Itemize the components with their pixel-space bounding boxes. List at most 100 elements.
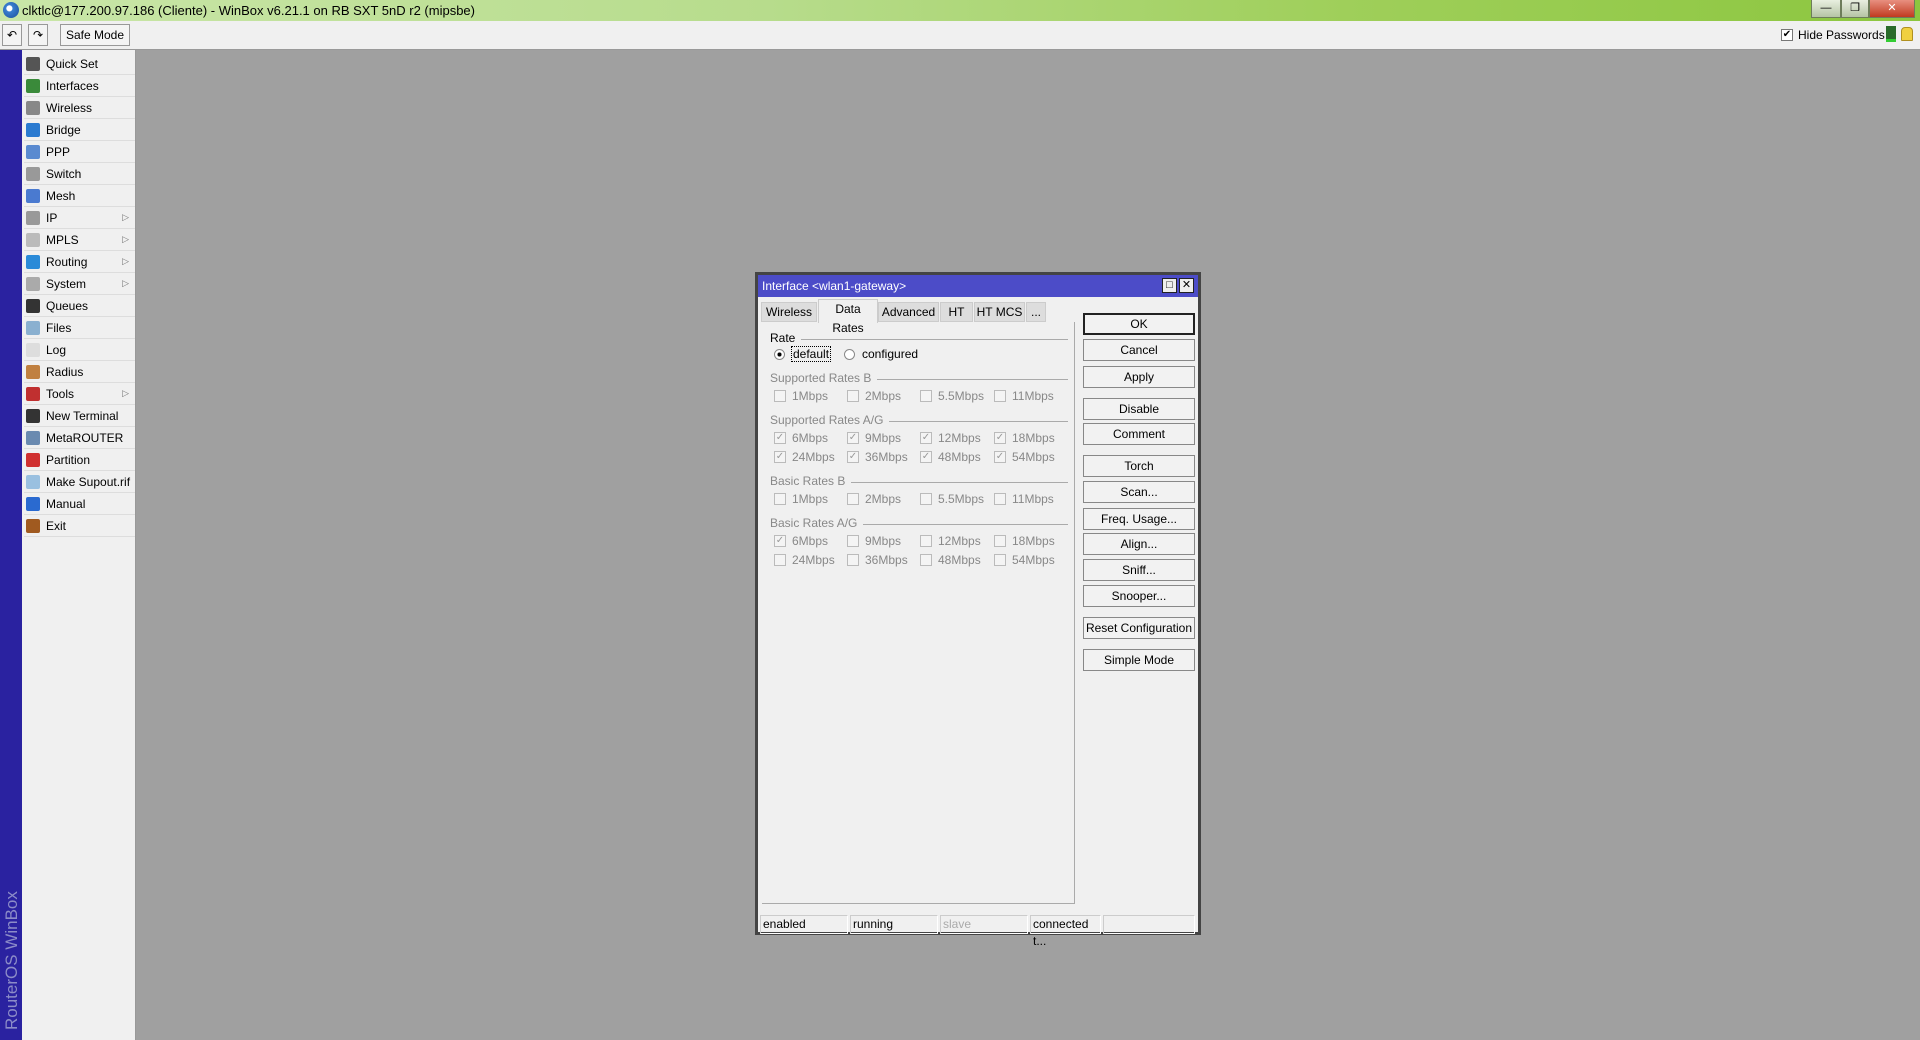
hide-passwords-checkbox[interactable]: ✔	[1781, 29, 1793, 41]
undo-button[interactable]: ↶	[2, 24, 22, 46]
snooper-button[interactable]: Snooper...	[1083, 585, 1195, 607]
sidebar-item-system[interactable]: System ▷	[24, 273, 135, 295]
apply-button[interactable]: Apply	[1083, 366, 1195, 388]
minimize-button[interactable]: —	[1811, 0, 1841, 18]
comment-button[interactable]: Comment	[1083, 423, 1195, 445]
safe-mode-button[interactable]: Safe Mode	[60, 24, 130, 46]
torch-button[interactable]: Torch	[1083, 455, 1195, 477]
tab-wireless[interactable]: Wireless	[761, 302, 817, 322]
sidebar-item-manual[interactable]: Manual	[24, 493, 135, 515]
dialog-titlebar[interactable]: Interface <wlan1-gateway> □ ✕	[758, 275, 1198, 297]
radio-label-configured[interactable]: configured	[862, 347, 918, 361]
rate-checkbox[interactable]: ✓	[774, 451, 786, 463]
sidebar-item-label: MPLS	[46, 233, 79, 247]
rate-checkbox[interactable]	[920, 390, 932, 402]
rate-checkbox[interactable]	[774, 554, 786, 566]
rate-checkbox-label: 18Mbps	[1012, 431, 1055, 445]
rate-checkbox[interactable]: ✓	[920, 451, 932, 463]
sidebar-item-ppp[interactable]: PPP	[24, 141, 135, 163]
sidebar-item-new-terminal[interactable]: New Terminal	[24, 405, 135, 427]
rate-checkbox[interactable]	[994, 493, 1006, 505]
rate-checkbox[interactable]	[847, 554, 859, 566]
sidebar-item-exit[interactable]: Exit	[24, 515, 135, 537]
rate-checkbox[interactable]: ✓	[774, 535, 786, 547]
tab-data-rates[interactable]: Data Rates	[818, 299, 878, 335]
rate-checkbox[interactable]	[774, 493, 786, 505]
rate-checkbox-label: 11Mbps	[1012, 389, 1054, 403]
rate-checkbox[interactable]: ✓	[994, 451, 1006, 463]
sidebar-item-radius[interactable]: Radius	[24, 361, 135, 383]
tab-ht-mcs[interactable]: HT MCS	[974, 302, 1025, 322]
rate-checkbox[interactable]	[920, 554, 932, 566]
radio-label-default[interactable]: default	[790, 346, 832, 362]
sidebar-item-files[interactable]: Files	[24, 317, 135, 339]
redo-button[interactable]: ↷	[28, 24, 48, 46]
tab-advanced[interactable]: Advanced	[878, 302, 939, 322]
close-button[interactable]: ✕	[1869, 0, 1915, 18]
ok-button[interactable]: OK	[1083, 313, 1195, 335]
sidebar-item-interfaces[interactable]: Interfaces	[24, 75, 135, 97]
rate-checkbox[interactable]: ✓	[994, 432, 1006, 444]
restore-button[interactable]: ❐	[1841, 0, 1869, 18]
rate-checkbox[interactable]	[994, 535, 1006, 547]
close-icon[interactable]: ✕	[1179, 278, 1194, 293]
rate-checkbox-label: 9Mbps	[865, 534, 902, 548]
rate-checkbox[interactable]: ✓	[847, 432, 859, 444]
sidebar-item-switch[interactable]: Switch	[24, 163, 135, 185]
rate-checkbox-label: 2Mbps	[865, 492, 902, 506]
sidebar-item-label: Make Supout.rif	[46, 475, 131, 489]
rate-checkbox[interactable]: ✓	[774, 432, 786, 444]
sidebar-item-quick-set[interactable]: Quick Set	[24, 53, 135, 75]
sidebar-item-make-supout-rif[interactable]: Make Supout.rif	[24, 471, 135, 493]
status-field: enabled	[760, 915, 848, 934]
rate-checkbox-label: 24Mbps	[792, 553, 835, 567]
disable-button[interactable]: Disable	[1083, 398, 1195, 420]
sidebar-item-routing[interactable]: Routing ▷	[24, 251, 135, 273]
rate-checkbox[interactable]	[774, 390, 786, 402]
tab-more[interactable]: ...	[1026, 302, 1046, 322]
reset-configuration-button[interactable]: Reset Configuration	[1083, 617, 1195, 639]
bridge-icon	[26, 123, 40, 137]
terminal-icon	[26, 409, 40, 423]
sidebar-item-tools[interactable]: Tools ▷	[24, 383, 135, 405]
maximize-icon[interactable]: □	[1162, 278, 1177, 293]
sidebar-item-bridge[interactable]: Bridge	[24, 119, 135, 141]
cancel-button[interactable]: Cancel	[1083, 339, 1195, 361]
dialog-title: Interface <wlan1-gateway>	[762, 279, 907, 293]
rate-checkbox[interactable]	[920, 493, 932, 505]
rate-checkbox-label: 1Mbps	[792, 389, 829, 403]
sidebar-item-partition[interactable]: Partition	[24, 449, 135, 471]
tab-ht[interactable]: HT	[940, 302, 973, 322]
winbox-app-icon	[3, 2, 19, 18]
radio-configured[interactable]	[844, 349, 855, 360]
sidebar-item-label: MetaROUTER	[46, 431, 124, 445]
section-divider	[770, 339, 1068, 340]
submenu-arrow-icon: ▷	[122, 278, 129, 288]
freq-usage-button[interactable]: Freq. Usage...	[1083, 508, 1195, 530]
sidebar-item-wireless[interactable]: Wireless	[24, 97, 135, 119]
rate-checkbox[interactable]: ✓	[920, 432, 932, 444]
section-label-supported-rates-a-g: Supported Rates A/G	[770, 413, 890, 427]
sidebar-item-mpls[interactable]: MPLS ▷	[24, 229, 135, 251]
rate-checkbox[interactable]	[994, 390, 1006, 402]
rate-checkbox[interactable]	[847, 390, 859, 402]
scan-button[interactable]: Scan...	[1083, 481, 1195, 503]
rate-checkbox[interactable]: ✓	[847, 451, 859, 463]
sidebar-item-queues[interactable]: Queues	[24, 295, 135, 317]
sidebar-item-ip[interactable]: IP ▷	[24, 207, 135, 229]
radio-default[interactable]	[774, 349, 785, 360]
sidebar-item-mesh[interactable]: Mesh	[24, 185, 135, 207]
radius-icon	[26, 365, 40, 379]
log-icon	[26, 343, 40, 357]
rate-checkbox[interactable]	[994, 554, 1006, 566]
rate-checkbox[interactable]	[920, 535, 932, 547]
manual-icon	[26, 497, 40, 511]
sidebar-item-log[interactable]: Log	[24, 339, 135, 361]
align-button[interactable]: Align...	[1083, 533, 1195, 555]
simple-mode-button[interactable]: Simple Mode	[1083, 649, 1195, 671]
window-titlebar: clktlc@177.200.97.186 (Cliente) - WinBox…	[0, 0, 1920, 21]
rate-checkbox[interactable]	[847, 535, 859, 547]
sidebar-item-metarouter[interactable]: MetaROUTER	[24, 427, 135, 449]
sniff-button[interactable]: Sniff...	[1083, 559, 1195, 581]
rate-checkbox[interactable]	[847, 493, 859, 505]
